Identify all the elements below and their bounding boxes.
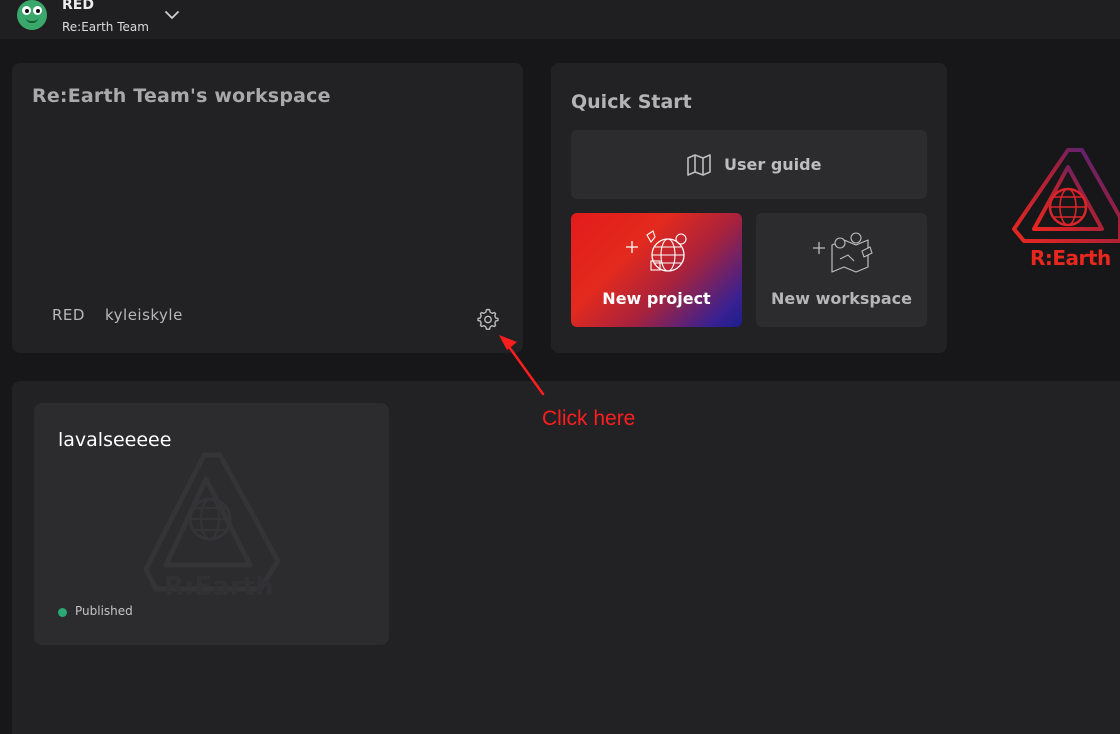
annotation-text: Click here (542, 407, 636, 430)
avatar-eye-right (33, 6, 42, 15)
gear-icon[interactable] (476, 307, 500, 331)
projects-panel: lavalseeeee R:Earth Published (12, 381, 1120, 734)
annotation-arrow-icon (499, 335, 545, 396)
svg-text:R:Earth: R:Earth (164, 572, 273, 601)
brand-logo-text: R:Earth (1030, 246, 1111, 270)
new-workspace-icon (813, 232, 873, 273)
reearth-watermark-icon: R:Earth (144, 452, 280, 601)
avatar-eye-left (22, 6, 31, 15)
map-icon (687, 154, 711, 176)
project-status: Published (75, 604, 133, 618)
workspace-member: RED (52, 306, 85, 324)
quick-start-title: Quick Start (571, 91, 692, 113)
user-avatar[interactable] (17, 0, 47, 30)
new-workspace-label: New workspace (770, 289, 912, 308)
user-guide-label: User guide (724, 155, 822, 174)
user-guide-button[interactable]: User guide (571, 130, 927, 199)
workspace-title: Re:Earth Team's workspace (32, 85, 331, 107)
new-project-button[interactable]: New project (571, 213, 742, 327)
avatar-mouth (26, 18, 38, 23)
project-name: lavalseeeee (58, 429, 172, 451)
workspace-card: Re:Earth Team's workspace RED kyleiskyle (12, 63, 523, 353)
quick-start-card: Quick Start User guide New project New w… (551, 63, 947, 353)
user-name: RED (62, 0, 94, 13)
workspace-member: kyleiskyle (105, 306, 183, 324)
new-workspace-button[interactable]: New workspace (756, 213, 927, 327)
team-name: Re:Earth Team (62, 20, 149, 34)
top-header: RED Re:Earth Team (0, 0, 1120, 39)
new-project-label: New project (602, 289, 711, 308)
chevron-down-icon[interactable] (163, 6, 181, 24)
status-indicator-dot (58, 608, 67, 617)
project-card[interactable]: lavalseeeee R:Earth Published (34, 403, 389, 645)
new-project-globe-icon (626, 230, 687, 272)
